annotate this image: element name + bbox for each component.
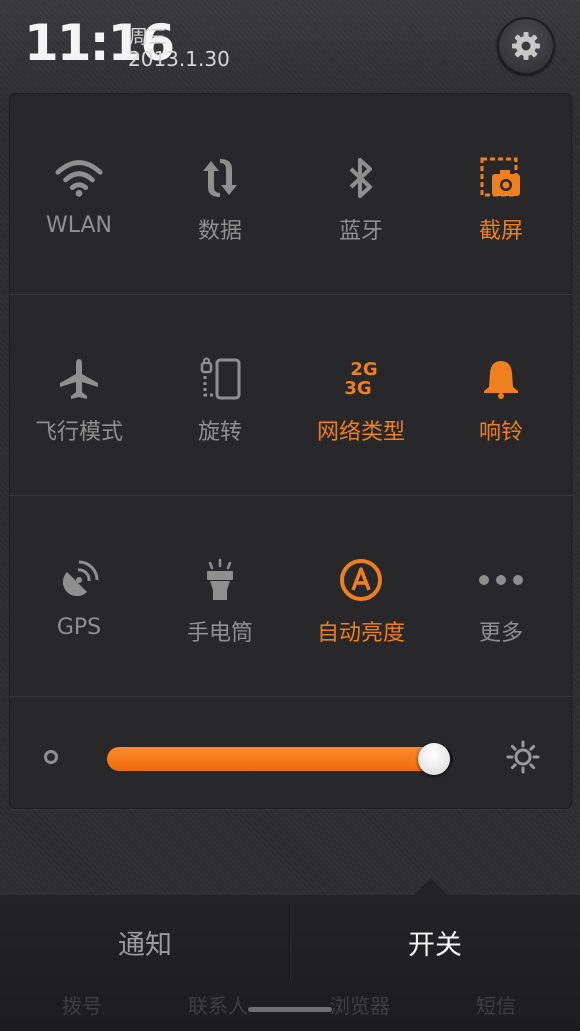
toggle-label: 手电筒 — [186, 621, 253, 646]
toggle-gps[interactable]: GPS — [9, 495, 149, 696]
network-3g-text: 3G — [344, 378, 372, 399]
screenshot-icon — [480, 157, 520, 197]
toggle-bluetooth[interactable]: 蓝牙 — [291, 93, 431, 294]
toggle-network-type[interactable]: 2G 3G 网络类型 — [291, 294, 431, 495]
brightness-low-icon — [44, 750, 58, 764]
toggle-row-1: WLAN 数据 蓝牙 截屏 — [9, 93, 572, 295]
toggle-label: 飞行模式 — [34, 420, 123, 445]
date-label: 2013.1.30 — [128, 47, 230, 71]
airplane-icon — [60, 359, 98, 399]
brightness-thumb[interactable] — [417, 743, 450, 775]
toggle-label: 旋转 — [197, 420, 242, 445]
network-type-icon: 2G 3G — [336, 354, 386, 404]
data-sync-icon — [203, 159, 237, 197]
weekday-label: 周三 — [129, 26, 168, 48]
dock-label: 拨号 — [62, 994, 102, 1018]
flashlight-icon — [207, 558, 233, 600]
toggle-rotation[interactable]: 旋转 — [150, 294, 290, 495]
status-header: 11:16 周三 2013.1.30 — [0, 0, 580, 90]
brightness-high-icon — [506, 740, 540, 774]
dock-label: 联系人 — [188, 994, 248, 1018]
more-icon — [479, 575, 523, 585]
brightness-slider[interactable] — [107, 743, 453, 775]
auto-brightness-icon — [340, 559, 382, 601]
dock-label: 浏览器 — [330, 994, 390, 1018]
toggle-label: 自动亮度 — [316, 621, 405, 646]
gear-icon — [512, 32, 540, 60]
toggle-row-3: GPS 手电筒 自动亮度 更多 — [9, 495, 572, 697]
brightness-fill — [107, 747, 434, 771]
wifi-icon — [55, 160, 103, 197]
toggle-label: 蓝牙 — [338, 219, 383, 244]
panel-drag-handle[interactable] — [248, 1007, 332, 1012]
toggle-row-2: 飞行模式 旋转 2G 3G 网络类型 响铃 — [9, 294, 572, 496]
toggle-label: GPS — [56, 615, 102, 640]
network-2g-text: 2G — [350, 359, 378, 380]
bell-icon — [484, 361, 518, 399]
quick-settings-panel: WLAN 数据 蓝牙 截屏 飞行模式 旋转 2G 3G 网络类型 响铃 GPS … — [9, 93, 572, 809]
active-tab-indicator — [414, 878, 448, 895]
tab-switches[interactable]: 开关 — [290, 895, 580, 990]
gps-icon — [62, 560, 99, 597]
toggle-label: 数据 — [197, 219, 242, 244]
toggle-data[interactable]: 数据 — [150, 93, 290, 294]
toggle-airplane[interactable]: 飞行模式 — [9, 294, 149, 495]
toggle-label: 响铃 — [478, 420, 523, 445]
toggle-screenshot[interactable]: 截屏 — [431, 93, 571, 294]
toggle-label: WLAN — [45, 213, 113, 238]
toggle-label: 更多 — [478, 621, 523, 646]
bluetooth-icon — [349, 158, 372, 198]
toggle-flashlight[interactable]: 手电筒 — [150, 495, 290, 696]
dock-label: 短信 — [476, 994, 516, 1018]
toggle-more[interactable]: 更多 — [431, 495, 571, 696]
toggle-ringer[interactable]: 响铃 — [431, 294, 571, 495]
toggle-label: 网络类型 — [316, 420, 405, 445]
toggle-auto-brightness[interactable]: 自动亮度 — [291, 495, 431, 696]
settings-button[interactable] — [497, 17, 555, 75]
toggle-label: 截屏 — [478, 219, 523, 244]
tab-notifications[interactable]: 通知 — [0, 895, 290, 990]
toggle-wlan[interactable]: WLAN — [9, 93, 149, 294]
rotate-icon — [200, 357, 241, 400]
brightness-row — [9, 699, 572, 809]
